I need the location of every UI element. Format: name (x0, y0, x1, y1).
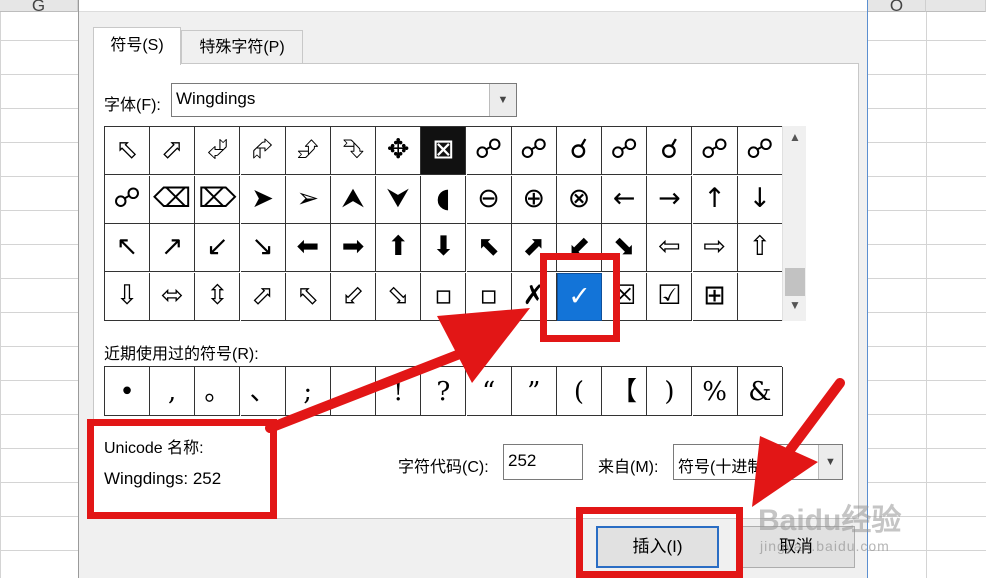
annotation-arrow-right-shaft (785, 378, 845, 455)
annotation-arrow-left-shaft (265, 345, 475, 433)
watermark-url: jingyan.baidu.com (760, 538, 890, 554)
annotation-arrow-left-head (437, 308, 530, 383)
watermark-logo: Baidu经验 (758, 504, 902, 537)
tab-symbols[interactable]: 符号(S) (93, 27, 181, 65)
annotation-arrows (265, 308, 845, 507)
